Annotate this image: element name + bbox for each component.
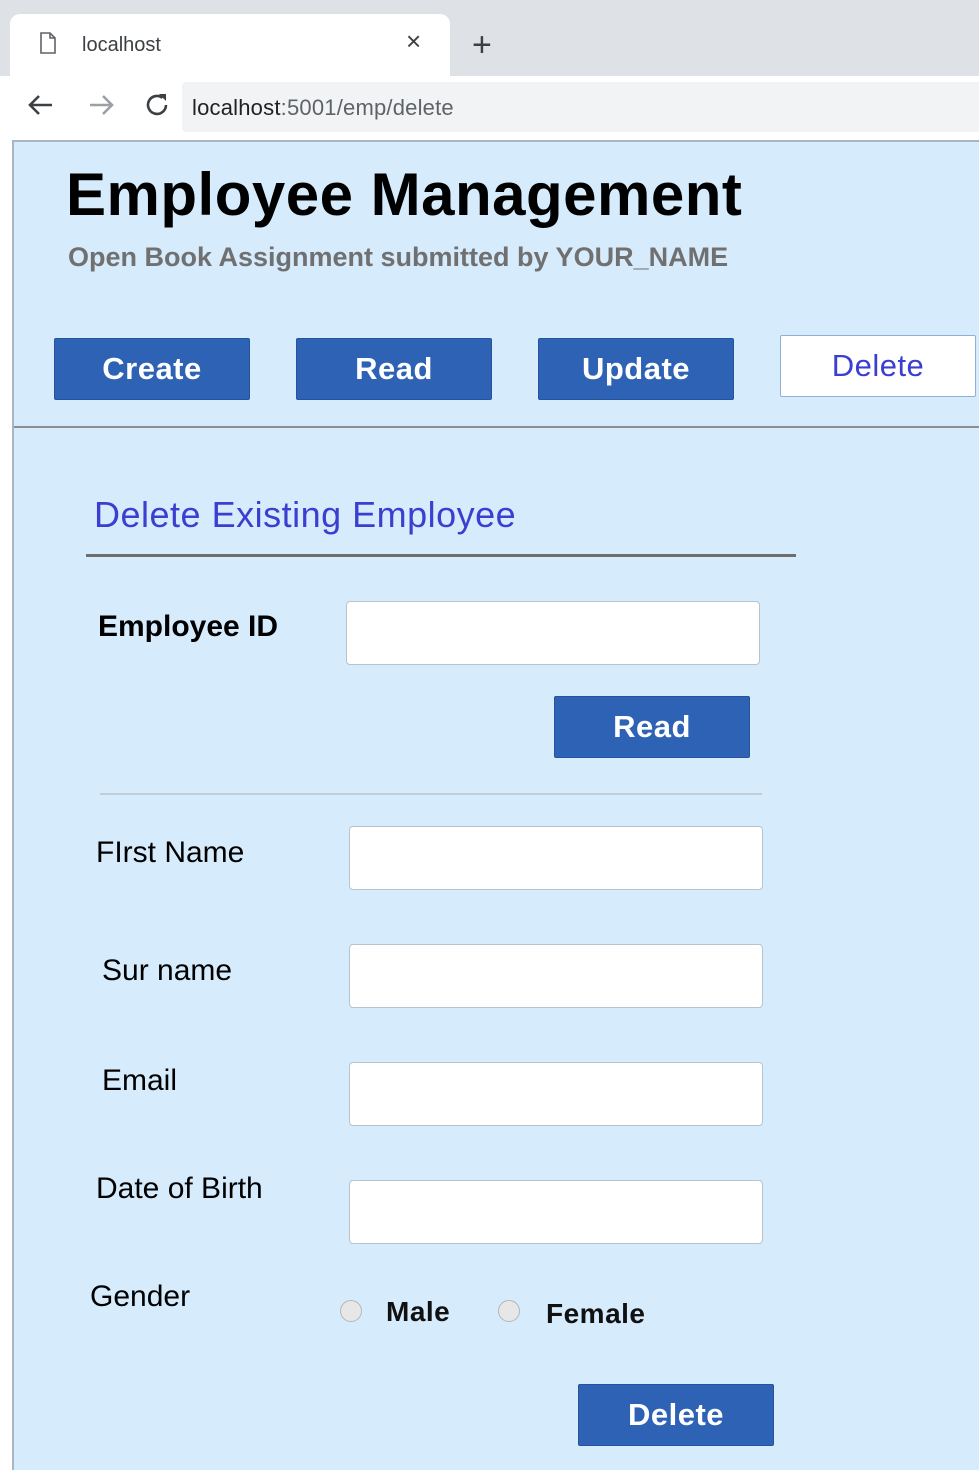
url-text: localhost:5001/emp/delete bbox=[192, 95, 454, 121]
reload-icon[interactable] bbox=[142, 90, 172, 120]
page-title: Employee Management bbox=[66, 161, 743, 228]
email-label: Email bbox=[102, 1064, 178, 1097]
url-host: localhost bbox=[192, 95, 281, 120]
address-bar[interactable]: localhost:5001/emp/delete bbox=[182, 82, 979, 132]
gender-label: Gender bbox=[90, 1280, 191, 1313]
document-icon bbox=[40, 32, 56, 54]
employee-id-input[interactable] bbox=[346, 601, 760, 665]
delete-nav-button[interactable]: Delete bbox=[780, 335, 976, 397]
header-divider bbox=[14, 426, 979, 428]
read-nav-button[interactable]: Read bbox=[296, 338, 492, 400]
male-radio-label: Male bbox=[386, 1296, 451, 1327]
female-radio[interactable] bbox=[498, 1300, 520, 1322]
tab-title: localhost bbox=[82, 34, 161, 56]
form-divider bbox=[100, 793, 762, 795]
forward-arrow-icon[interactable] bbox=[86, 90, 116, 120]
create-nav-button[interactable]: Create bbox=[54, 338, 250, 400]
url-path: :5001/emp/delete bbox=[280, 95, 454, 120]
update-nav-button[interactable]: Update bbox=[538, 338, 734, 400]
first-name-input[interactable] bbox=[349, 826, 763, 890]
section-title: Delete Existing Employee bbox=[94, 494, 517, 535]
delete-button[interactable]: Delete bbox=[578, 1384, 774, 1446]
read-button[interactable]: Read bbox=[554, 696, 750, 758]
date-of-birth-input[interactable] bbox=[349, 1180, 763, 1244]
surname-label: Sur name bbox=[102, 954, 233, 987]
page-subtitle: Open Book Assignment submitted by YOUR_N… bbox=[68, 242, 729, 272]
browser-toolbar: localhost:5001/emp/delete bbox=[0, 76, 979, 138]
page-content: Employee Management Open Book Assignment… bbox=[12, 140, 979, 1470]
new-tab-icon[interactable]: + bbox=[472, 28, 492, 62]
surname-input[interactable] bbox=[349, 944, 763, 1008]
email-input[interactable] bbox=[349, 1062, 763, 1126]
section-divider bbox=[86, 554, 796, 557]
female-radio-label: Female bbox=[546, 1298, 646, 1329]
male-radio[interactable] bbox=[340, 1300, 362, 1322]
browser-tabstrip: localhost × + bbox=[0, 0, 979, 76]
browser-tab[interactable]: localhost × bbox=[10, 14, 450, 76]
first-name-label: FIrst Name bbox=[96, 836, 245, 869]
back-arrow-icon[interactable] bbox=[26, 90, 56, 120]
close-tab-icon[interactable]: × bbox=[406, 28, 421, 54]
date-of-birth-label: Date of Birth bbox=[96, 1172, 263, 1205]
employee-id-label: Employee ID bbox=[98, 610, 279, 643]
